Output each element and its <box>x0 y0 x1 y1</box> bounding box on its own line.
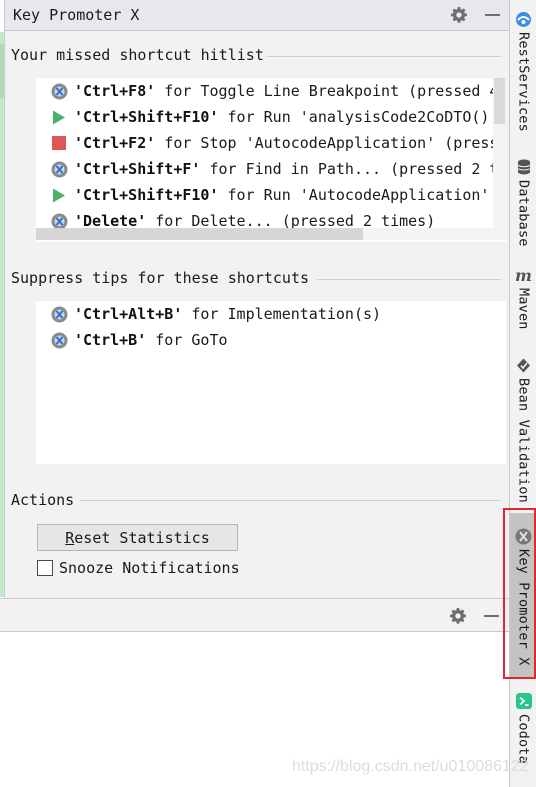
stripe-label: RestServices <box>515 32 532 132</box>
tool-window-title: Key Promoter X <box>13 6 140 24</box>
suppress-section-label: Suppress tips for these shortcuts <box>11 269 310 287</box>
key-promoter-icon <box>515 527 533 545</box>
list-item[interactable]: 'Ctrl+Shift+F' for Find in Path... (pres… <box>36 156 498 182</box>
suppress-list[interactable]: 'Ctrl+Alt+B' for Implementation(s) 'Ctrl+… <box>36 301 506 464</box>
codota-icon <box>515 692 533 710</box>
stripe-label: Database <box>515 180 532 247</box>
list-item[interactable]: 'Ctrl+F8' for Toggle Line Breakpoint (pr… <box>36 78 498 104</box>
hitlist-horizontal-scrollbar[interactable] <box>36 228 506 240</box>
shortcut-keys: 'Ctrl+B' <box>74 331 147 349</box>
run-icon <box>50 108 68 126</box>
scrollbar-thumb[interactable] <box>494 78 505 124</box>
shortcut-keys: 'Ctrl+Shift+F' <box>74 160 201 178</box>
minimize-icon[interactable] <box>482 5 502 25</box>
stripe-button-key-promoter-x[interactable]: Key Promoter X <box>510 513 536 677</box>
shortcut-description: for Implementation(s) <box>182 305 382 323</box>
list-item[interactable]: 'Ctrl+F2' for Stop 'AutocodeApplication'… <box>36 130 498 156</box>
shortcut-description: for Toggle Line Breakpoint (pressed 4 <box>155 82 499 100</box>
reset-label: eset Statistics <box>74 528 210 547</box>
stripe-label: Maven <box>515 288 532 330</box>
key-promoter-icon <box>50 305 68 323</box>
shortcut-description: for Find in Path... (pressed 2 t <box>200 160 499 178</box>
reset-mnemonic: R <box>65 528 75 547</box>
key-promoter-icon <box>50 160 68 178</box>
watermark: https://blog.csdn.net/u010086122 <box>292 758 529 775</box>
hitlist-section-label: Your missed shortcut hitlist <box>11 46 264 64</box>
snooze-label: Snooze Notifications <box>59 559 240 577</box>
tool-window-header: Key Promoter X <box>5 0 510 31</box>
shortcut-description: for Stop 'AutocodeApplication' (press <box>155 134 499 152</box>
checkbox-box[interactable] <box>37 560 53 576</box>
stripe-label: Key Promoter X <box>515 549 532 666</box>
stripe-button-restservices[interactable]: RestServices <box>510 10 536 132</box>
gear-icon[interactable] <box>448 606 468 626</box>
list-item[interactable]: 'Ctrl+Alt+B' for Implementation(s) <box>36 301 381 327</box>
key-promoter-icon <box>50 82 68 100</box>
shortcut-description: for GoTo <box>146 331 228 349</box>
actions-section-label: Actions <box>11 491 75 509</box>
stripe-button-bean-validation[interactable]: Bean Validation <box>510 356 536 503</box>
key-promoter-tool-window: Key Promoter X Your missed shortcut hitl… <box>4 0 510 598</box>
shortcut-keys: 'Ctrl+F2' <box>74 134 156 152</box>
scrollbar-thumb[interactable] <box>36 228 363 240</box>
lower-tool-window-header <box>0 598 509 632</box>
database-icon <box>515 158 533 176</box>
rest-services-icon <box>515 10 533 28</box>
stripe-button-codota[interactable]: Codota <box>510 692 536 764</box>
maven-icon: m <box>515 265 532 285</box>
stripe-label: Bean Validation <box>515 378 532 503</box>
shortcut-keys: 'Ctrl+Shift+F10' <box>74 186 219 204</box>
hitlist-vertical-scrollbar[interactable] <box>493 78 506 228</box>
stop-icon <box>50 134 68 152</box>
shortcut-keys: 'Ctrl+Alt+B' <box>74 305 183 323</box>
section-divider <box>267 56 501 57</box>
minimize-icon[interactable] <box>481 606 501 626</box>
stripe-label: Codota <box>515 714 532 764</box>
snooze-notifications-checkbox[interactable]: Snooze Notifications <box>37 557 240 579</box>
shortcut-keys: 'Ctrl+F8' <box>74 82 156 100</box>
list-item[interactable]: 'Ctrl+Shift+F10' for Run 'AutocodeApplic… <box>36 182 489 208</box>
stripe-button-maven[interactable]: m Maven <box>510 266 536 330</box>
reset-statistics-button[interactable]: Reset Statistics <box>37 524 238 551</box>
run-icon <box>50 186 68 204</box>
key-promoter-icon <box>50 331 68 349</box>
section-divider <box>317 279 501 280</box>
shortcut-description: for Run 'AutocodeApplication' <box>218 186 490 204</box>
section-divider <box>80 500 501 501</box>
stripe-button-database[interactable]: Database <box>510 158 536 247</box>
bean-validation-icon <box>515 356 533 374</box>
list-item[interactable]: 'Ctrl+Shift+F10' for Run 'analysisCode2C… <box>36 104 498 130</box>
right-tool-stripe: RestServices Database m Maven Bean Valid… <box>509 0 536 787</box>
hitlist-list[interactable]: 'Ctrl+F8' for Toggle Line Breakpoint (pr… <box>36 78 506 242</box>
list-item[interactable]: 'Ctrl+B' for GoTo <box>36 327 228 353</box>
shortcut-keys: 'Ctrl+Shift+F10' <box>74 108 219 126</box>
shortcut-description: for Run 'analysisCode2CoDTO()' <box>218 108 499 126</box>
gear-icon[interactable] <box>449 5 469 25</box>
